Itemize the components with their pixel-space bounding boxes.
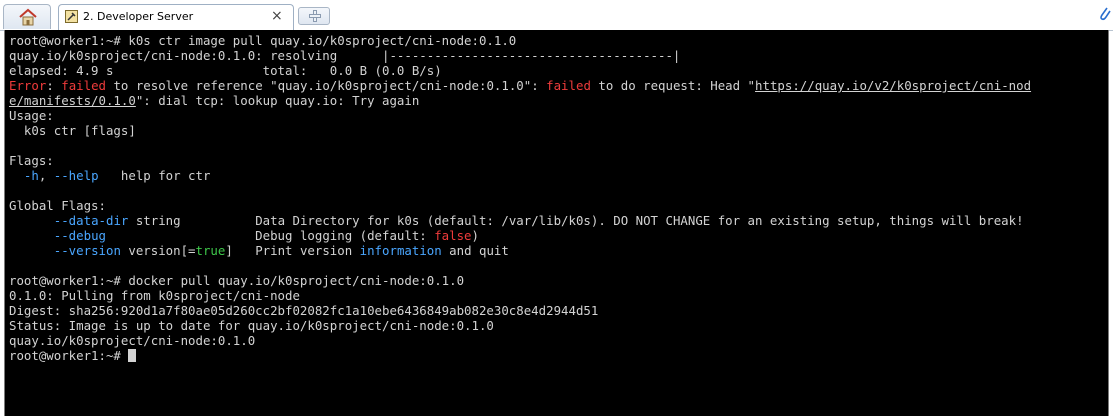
flag-option: --data-dir [53,213,129,228]
default-value: false [434,228,472,243]
terminal-line: Global Flags: [9,198,106,213]
tab-developer-server[interactable]: 2. Developer Server × [58,4,294,30]
terminal-line: Error: failed to resolve reference "quay… [9,78,1108,93]
terminal-line: elapsed: 4.9 s total: 0.0 B (0.0 B/s) [9,63,442,78]
failed-keyword: failed [61,78,106,93]
terminal-text: ] Print version [225,243,360,258]
terminal-window: 2. Developer Server × root@worker1:~# k0… [0,0,1113,416]
terminal-text: ) [471,228,479,243]
terminal-text: help for ctr [98,168,211,183]
terminal-text: string Data Directory for k0s (default: … [128,213,1024,228]
close-tab-icon[interactable]: × [271,8,283,24]
terminal-text: Debug logging (default: [105,228,435,243]
terminal-line: Digest: sha256:920d1a7f80ae05d260cc2bf02… [9,303,599,318]
text-cursor [128,349,137,362]
flag-option: --debug [53,228,106,243]
terminal-text: : [46,78,62,93]
terminal-line: root@worker1:~# k0s ctr image pull quay.… [9,33,517,48]
manifest-url-link[interactable]: https://quay.io/v2/k0sproject/cni-nod [755,78,1031,93]
terminal-line: root@worker1:~# docker pull quay.io/k0sp… [9,273,465,288]
bool-value: true [195,243,226,258]
terminal-text: and quit [441,243,509,258]
flag-option: --version [53,243,121,258]
new-tab-button[interactable] [298,7,330,25]
home-icon [19,8,37,26]
terminal-line: 0.1.0: Pulling from k0sproject/cni-node [9,288,300,303]
terminal-line: --debug Debug logging (default: false) [9,228,1108,243]
shell-prompt: root@worker1:~# [9,348,129,363]
terminal-line: --data-dir string Data Directory for k0s… [9,213,1108,228]
terminal-line: quay.io/k0sproject/cni-node:0.1.0: resol… [9,48,681,63]
terminal-text: version[= [120,243,196,258]
failed-keyword: failed [546,78,591,93]
new-tab-icon [309,10,321,22]
terminal-text: to do request: Head " [590,78,756,93]
flag-option: -h [23,168,39,183]
flag-option: --help [53,168,99,183]
link-icon[interactable] [1098,6,1112,22]
terminal-text: , [38,168,54,183]
terminal-line: k0s ctr [flags] [9,123,136,138]
terminal-line: -h, --help help for ctr [9,168,1108,183]
terminal-tab-icon [65,10,78,23]
terminal-text: to resolve reference "quay.io/k0sproject… [106,78,547,93]
terminal-line: --version version[=true] Print version i… [9,243,1108,258]
error-label: Error [9,78,47,93]
terminal-line: e/manifests/0.1.0": dial tcp: lookup qua… [9,93,1108,108]
terminal-line: quay.io/k0sproject/cni-node:0.1.0 [9,333,256,348]
tab-bar: 2. Developer Server × [0,0,1113,31]
manifest-url-link-continued[interactable]: e/manifests/0.1.0 [9,93,136,108]
terminal-line: Usage: [9,108,54,123]
home-tab[interactable] [3,4,51,29]
terminal-output[interactable]: root@worker1:~# k0s ctr image pull quay.… [4,30,1109,416]
highlight-word: information [359,243,442,258]
terminal-text: ": dial tcp: lookup quay.io: Try again [135,93,420,108]
terminal-line: Status: Image is up to date for quay.io/… [9,318,494,333]
tab-label: 2. Developer Server [83,10,194,23]
terminal-line: Flags: [9,153,54,168]
terminal-prompt-line: root@worker1:~# [9,348,1108,363]
